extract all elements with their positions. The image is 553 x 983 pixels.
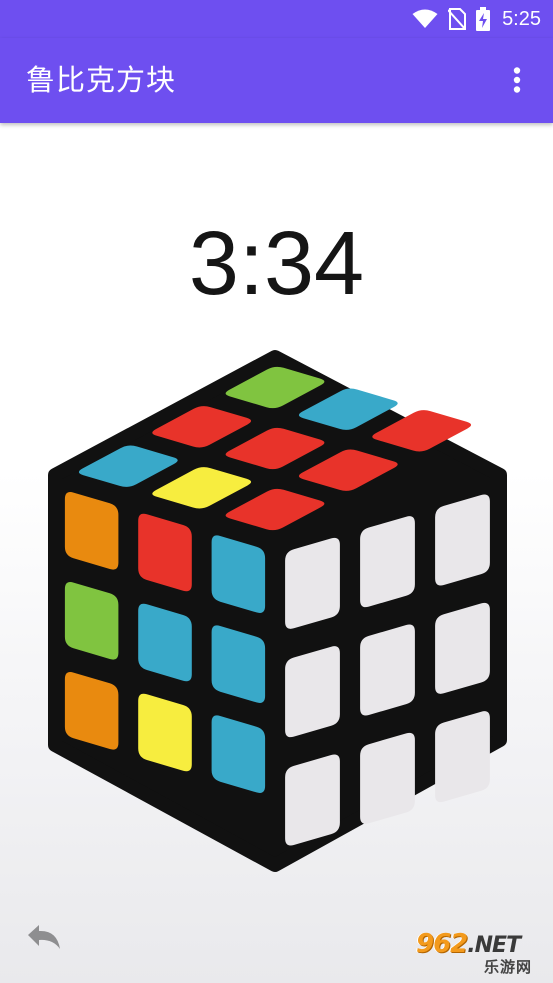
more-vert-icon [513,67,521,97]
cube-canvas[interactable] [40,345,510,875]
battery-charging-icon [476,7,491,31]
sticker-right-2-2[interactable] [435,711,490,803]
sticker-left-2-0[interactable] [64,672,119,750]
timer-display: 3:34 [188,214,365,314]
status-bar: 5:25 [0,0,553,38]
watermark-logo: 962.NET 乐游网 [410,930,548,978]
watermark-sub: 乐游网 [484,958,533,976]
rubiks-cube[interactable] [40,345,510,875]
app-bar: 鲁比克方块 [0,38,553,123]
sticker-left-0-2[interactable] [211,535,266,613]
sticker-right-0-1[interactable] [360,516,415,608]
no-sim-icon [448,8,467,30]
sticker-left-1-0[interactable] [64,582,119,660]
sticker-left-0-1[interactable] [138,513,192,592]
wifi-icon [412,9,438,29]
sticker-left-0-0[interactable] [64,492,119,570]
sticker-left-1-1[interactable] [138,603,192,682]
watermark-number: 962 [416,929,468,959]
sticker-right-2-0[interactable] [285,754,340,846]
sticker-right-1-2[interactable] [435,602,490,694]
sticker-left-2-1[interactable] [138,693,192,772]
overflow-menu-button[interactable] [499,64,535,100]
status-time: 5:25 [502,7,541,30]
sticker-right-0-0[interactable] [285,537,340,629]
watermark-suffix: .NET [467,933,521,958]
app-title: 鲁比克方块 [26,63,177,97]
sticker-right-0-2[interactable] [435,494,490,586]
sticker-right-2-1[interactable] [360,732,415,824]
sticker-right-1-1[interactable] [360,624,415,716]
undo-button[interactable] [22,918,66,962]
undo-icon [25,923,63,957]
sticker-left-2-2[interactable] [211,715,266,793]
sticker-left-1-2[interactable] [211,625,266,703]
sticker-right-1-0[interactable] [285,646,340,738]
status-icons: 5:25 [412,0,541,38]
